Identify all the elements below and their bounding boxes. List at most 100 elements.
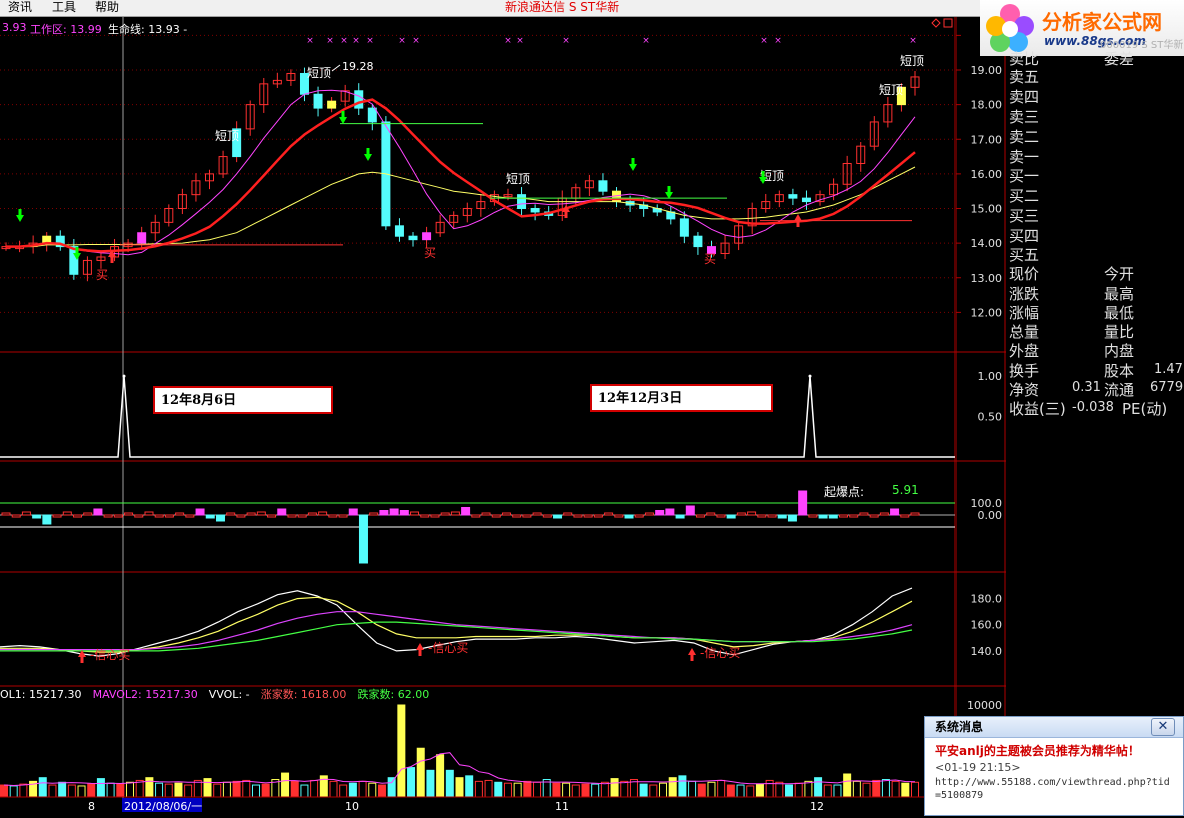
price-candle	[422, 232, 432, 241]
osc-bar	[839, 514, 849, 518]
osc-bar	[267, 514, 277, 518]
sell-level: 卖四	[1009, 88, 1040, 106]
volume-bar	[697, 783, 706, 798]
vol-item: VVOL: -	[208, 688, 250, 701]
value-net-asset: 0.31	[1072, 380, 1101, 395]
price-candle	[598, 180, 608, 192]
volume-bar	[203, 778, 212, 798]
osc-bar	[900, 514, 910, 518]
osc-bar	[318, 511, 328, 516]
osc-bar	[307, 512, 317, 516]
osc-bar	[787, 514, 797, 522]
popup-header: 系统消息 ✕	[925, 717, 1183, 738]
stat-label: 内盘	[1104, 342, 1135, 360]
osc-bar	[226, 512, 236, 516]
osc-bar	[154, 514, 164, 518]
menu-item-tools[interactable]: 工具	[52, 0, 76, 15]
vol-item: MAVOL2: 15217.30	[92, 688, 198, 701]
sell-level: 卖一	[1009, 148, 1040, 166]
volume-bar	[145, 777, 154, 798]
popup-headline[interactable]: 平安anlj的主题被会员推荐为精华帖！	[935, 742, 1173, 760]
header-partial: 委差	[1104, 50, 1135, 68]
osc-bar	[542, 514, 552, 518]
signal-peak-point	[122, 374, 126, 378]
osc-bar	[604, 512, 614, 516]
chart-area[interactable]: 19.28 短顶 短顶 短顶 短顶 短顶 短顶买买买 × × × × × × × × × × × × × × -信心买 -信…	[0, 17, 956, 814]
volume-bar	[58, 781, 67, 798]
osc-bar	[11, 514, 21, 518]
osc-bar	[103, 514, 113, 518]
osc-bar	[583, 514, 593, 518]
vol-item: 跌家数: 62.00	[357, 688, 430, 701]
osc-bar	[62, 511, 72, 516]
osc-bar	[828, 514, 838, 519]
volume-bar	[872, 779, 881, 798]
signal-x-marker: ×	[412, 36, 420, 46]
volume-bar	[911, 781, 919, 798]
short-top-label: 短顶	[307, 66, 331, 80]
osc-bar	[175, 512, 185, 516]
signal-x-marker: ×	[352, 36, 360, 46]
osc-bar	[287, 514, 297, 518]
osc-bar	[215, 514, 225, 522]
osc-bar	[93, 508, 103, 516]
sell-level: 卖二	[1009, 128, 1040, 146]
osc-bar	[246, 512, 256, 516]
green-down-arrow-icon	[16, 215, 24, 222]
popup-link[interactable]: http://www.55188.com/viewthread.php?tid=…	[935, 776, 1173, 802]
volume-bar	[707, 781, 716, 798]
volume-bar	[426, 769, 435, 798]
sell-level: 卖五	[1009, 68, 1040, 86]
osc-bar	[164, 514, 174, 518]
osc-bar	[849, 514, 859, 518]
system-message-popup[interactable]: 系统消息 ✕ 平安anlj的主题被会员推荐为精华帖！ <01-19 21:15>…	[924, 716, 1184, 816]
volume-bar	[881, 779, 890, 798]
red-up-arrow-icon	[796, 221, 800, 227]
osc-bar	[869, 514, 879, 518]
life-line-indicator: 生命线: 13.93 -	[108, 23, 188, 36]
quote-panel: 卖比 委差 卖五 卖四 卖三 卖二 卖一 买一 买二 买三 买四 买五 现价 涨…	[1006, 50, 1184, 814]
square-icon	[943, 18, 953, 28]
volume-bar	[445, 769, 454, 798]
osc-bar	[890, 508, 900, 516]
menu-item-news[interactable]: 资讯	[8, 0, 32, 15]
volume-bar	[135, 779, 144, 798]
volume-bar	[823, 784, 832, 798]
volume-bar	[48, 784, 57, 798]
window-title: 新浪通达信 S ST华新	[505, 0, 620, 14]
volume-bar	[310, 779, 319, 798]
volume-bar	[639, 783, 648, 798]
date-label: 10	[345, 800, 359, 813]
date-cursor-label: 2012/08/06/一	[124, 800, 202, 813]
volume-bar	[785, 784, 794, 798]
volume-bar	[581, 783, 590, 798]
value-eps: -0.038	[1072, 400, 1114, 415]
osc-bar	[747, 511, 757, 516]
green-down-arrow-icon	[366, 148, 370, 154]
volume-bar	[329, 780, 338, 798]
price-candle	[313, 93, 323, 109]
volume-bar	[242, 779, 251, 798]
vol-item: 涨家数: 1618.00	[260, 688, 347, 701]
volume-bar	[38, 777, 47, 798]
osc-bar	[399, 510, 409, 516]
osc-bar	[430, 514, 440, 518]
price-scale: 2019.0018.0017.0016.0015.0014.0013.0012.…	[955, 17, 1006, 814]
callout-date-right: 12年12月3日	[590, 384, 773, 412]
stat-label: 流通	[1104, 381, 1135, 399]
osc-bar	[808, 514, 818, 518]
osc-bar	[348, 508, 358, 516]
date-label: 8	[88, 800, 95, 813]
buy-level: 买三	[1009, 207, 1040, 225]
volume-indicator-bar: OL1: 15217.30 MAVOL2: 15217.30 VVOL: - 涨…	[0, 683, 429, 701]
close-icon[interactable]: ✕	[1151, 718, 1175, 736]
stat-label: 涨跌	[1009, 285, 1040, 303]
stat-label: 收益(三)	[1009, 400, 1066, 418]
volume-bar	[455, 777, 464, 798]
work-area-indicator: 工作区: 13.99	[30, 23, 102, 36]
ma-tick-label: 180.0	[971, 593, 1003, 606]
confidence-buy-label: -信心买	[90, 648, 130, 662]
volume-bar	[474, 780, 483, 798]
osc-bar	[614, 514, 624, 518]
menu-item-help[interactable]: 帮助	[95, 0, 119, 15]
